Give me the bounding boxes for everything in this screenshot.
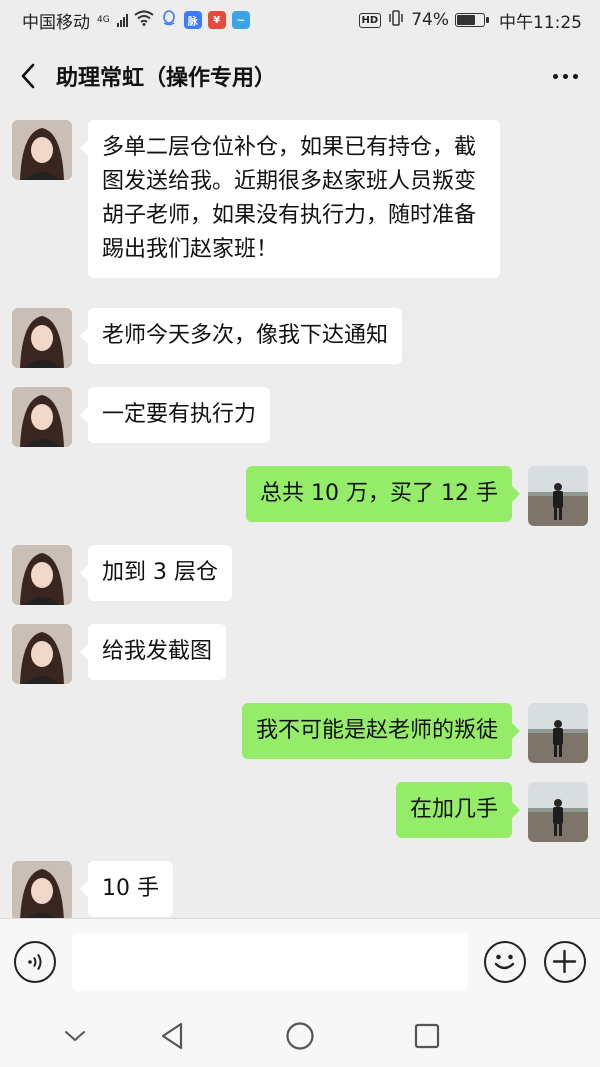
bird-app-icon: ~ <box>231 11 250 29</box>
maimai-icon: 脉 <box>183 11 202 29</box>
hd-badge: HD <box>358 12 382 28</box>
battery-icon <box>455 13 489 27</box>
message-bubble[interactable]: 老师今天多次，像我下达通知 <box>79 308 403 365</box>
clock: 中午11:25 <box>499 12 582 33</box>
avatar-self[interactable] <box>528 703 588 763</box>
qq-icon <box>160 9 178 32</box>
message-bubble[interactable]: 加到 3 层仓 <box>80 545 232 602</box>
message-received: 10 手 <box>12 861 173 918</box>
message-received: 给我发截图 <box>12 624 227 684</box>
input-bar <box>0 918 600 1006</box>
wifi-icon <box>134 10 154 31</box>
status-bar-right: HD 74% 中午11:25 <box>358 8 582 33</box>
avatar-contact[interactable] <box>12 861 72 918</box>
nav-collapse-icon[interactable] <box>55 1016 95 1056</box>
plus-icon[interactable] <box>544 941 586 983</box>
message-bubble[interactable]: 10 手 <box>80 861 173 918</box>
avatar-contact[interactable] <box>12 387 72 447</box>
message-input[interactable] <box>72 933 468 991</box>
avatar-self[interactable] <box>528 466 588 526</box>
status-bar-left: 中国移动 4G 脉 ¥ ~ <box>22 8 250 33</box>
message-bubble[interactable]: 一定要有执行力 <box>79 387 271 444</box>
status-bar: 中国移动 4G 脉 ¥ ~ HD 74% 中午11:25 <box>0 0 600 40</box>
message-sent: 总共 10 万，买了 12 手 <box>246 466 588 526</box>
message-bubble[interactable]: 多单二层仓位补仓，如果已有持仓，截图发送给我。近期很多赵家班人员叛变胡子老师，如… <box>80 120 500 279</box>
chat-header: 助理常虹（操作专用） <box>0 40 600 112</box>
carrier-label: 中国移动 <box>22 12 90 33</box>
voice-icon[interactable] <box>14 941 56 983</box>
more-dots-icon[interactable] <box>553 64 578 88</box>
avatar-contact[interactable] <box>12 545 72 605</box>
system-nav-bar <box>0 1006 600 1067</box>
message-received: 多单二层仓位补仓，如果已有持仓，截图发送给我。近期很多赵家班人员叛变胡子老师，如… <box>12 120 500 279</box>
message-sent: 在加几手 <box>395 782 588 842</box>
stock-app-icon: ¥ <box>207 11 226 29</box>
avatar-contact[interactable] <box>12 624 72 684</box>
message-sent: 我不可能是赵老师的叛徒 <box>241 703 588 763</box>
avatar-self[interactable] <box>528 782 588 842</box>
message-bubble[interactable]: 给我发截图 <box>79 624 227 681</box>
message-received: 加到 3 层仓 <box>12 545 232 605</box>
message-bubble[interactable]: 总共 10 万，买了 12 手 <box>246 466 520 523</box>
avatar-contact[interactable] <box>12 120 72 180</box>
chat-title: 助理常虹（操作专用） <box>56 66 277 91</box>
nav-home-icon[interactable] <box>280 1016 320 1056</box>
nav-back-icon[interactable] <box>152 1016 192 1056</box>
cell-signal-icon <box>116 13 128 27</box>
battery-percent: 74% <box>411 10 449 30</box>
avatar-contact[interactable] <box>12 308 72 368</box>
message-received: 一定要有执行力 <box>12 387 271 447</box>
emoji-icon[interactable] <box>484 941 526 983</box>
chevron-left-icon[interactable] <box>0 40 56 112</box>
vibrate-icon <box>387 9 405 31</box>
message-received: 老师今天多次，像我下达通知 <box>12 308 403 368</box>
chat-message-list[interactable]: 多单二层仓位补仓，如果已有持仓，截图发送给我。近期很多赵家班人员叛变胡子老师，如… <box>0 112 600 918</box>
message-bubble[interactable]: 我不可能是赵老师的叛徒 <box>241 703 521 760</box>
message-bubble[interactable]: 在加几手 <box>395 782 521 839</box>
nav-recents-icon[interactable] <box>407 1016 447 1056</box>
network-type: 4G <box>97 15 110 25</box>
